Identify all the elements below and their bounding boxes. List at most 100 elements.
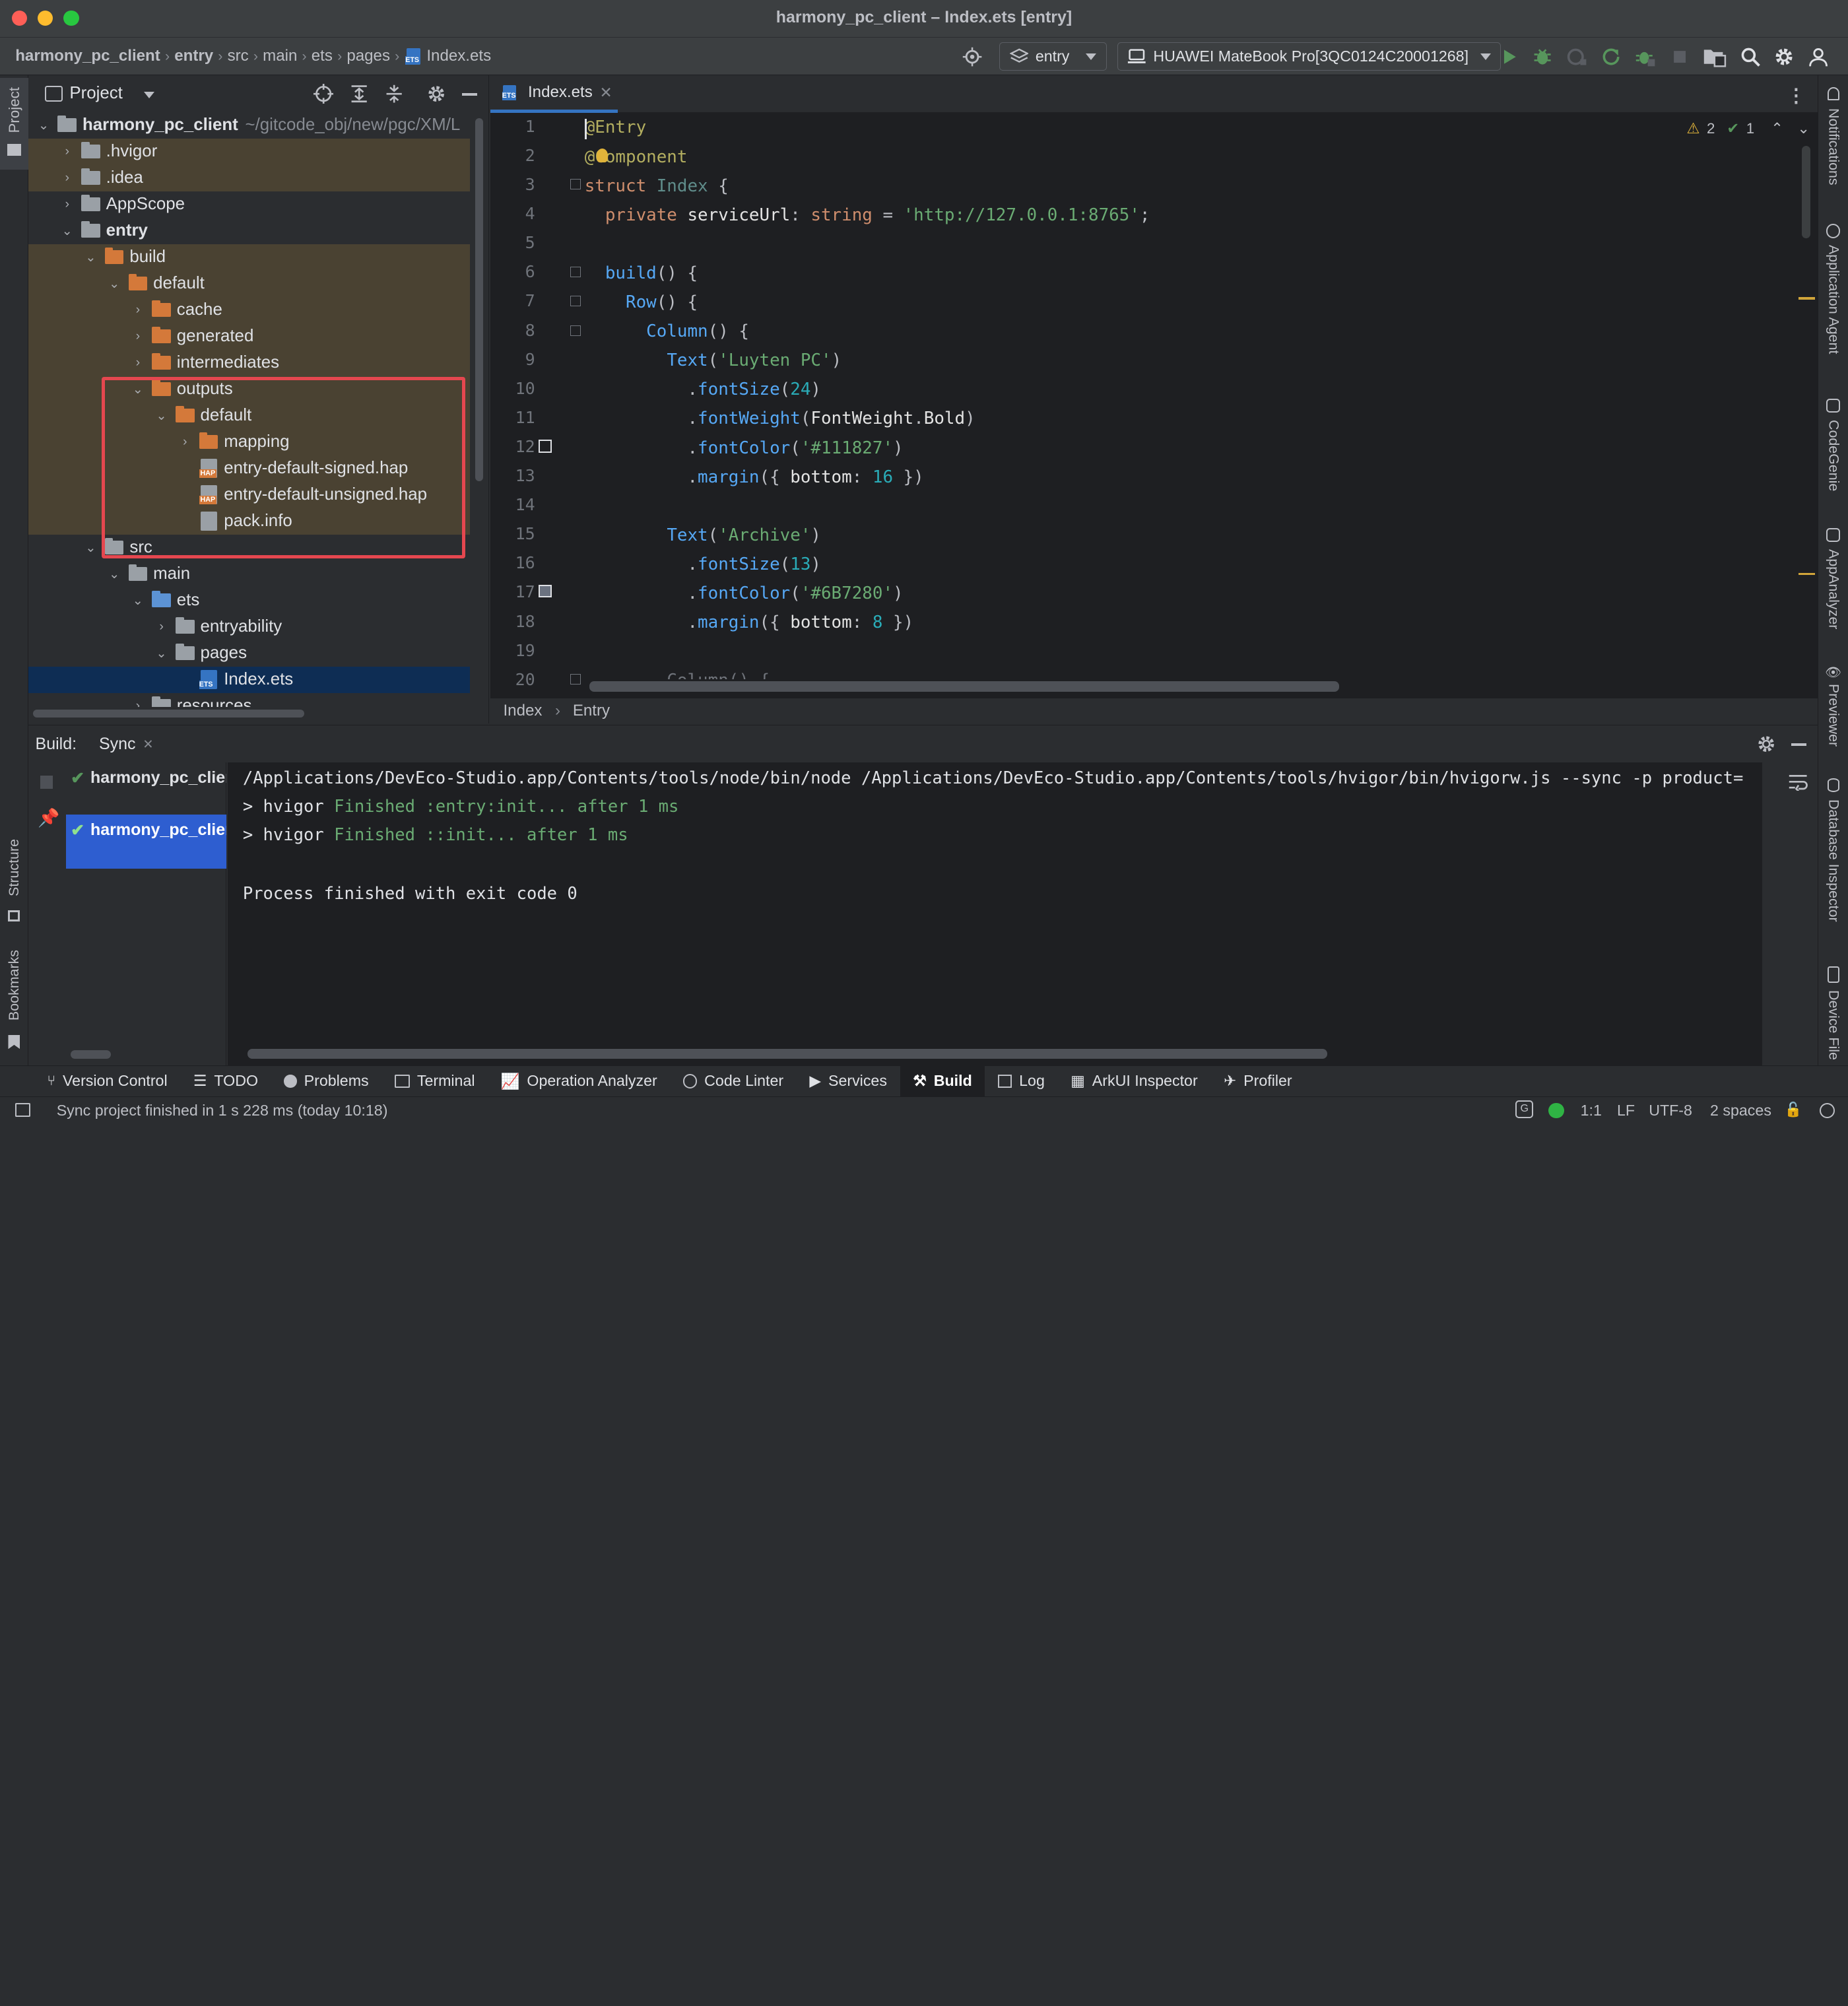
breadcrumb-entry[interactable]: entry: [174, 47, 213, 65]
tree-item-hvigor[interactable]: › .hvigor: [28, 138, 471, 165]
application-agent-tool-button[interactable]: Application Agent: [1818, 224, 1848, 370]
database-inspector-tool-button[interactable]: Database Inspector: [1818, 778, 1848, 939]
editor-vertical-scrollbar[interactable]: [1802, 146, 1810, 238]
tool-terminal[interactable]: Terminal: [381, 1066, 488, 1096]
status-ok-icon[interactable]: [1548, 1102, 1564, 1118]
project-tool-button[interactable]: Project: [0, 77, 28, 170]
indent-setting[interactable]: 2 spaces: [1710, 1102, 1771, 1120]
appanalyzer-tool-button[interactable]: AppAnalyzer: [1818, 527, 1848, 639]
editor-horizontal-scrollbar[interactable]: [589, 681, 1339, 692]
tab-index-ets[interactable]: Index.ets ✕: [490, 75, 618, 114]
project-structure-icon[interactable]: [1703, 46, 1727, 67]
tree-item-build[interactable]: ⌄ build: [28, 244, 471, 271]
memory-indicator-icon[interactable]: [1820, 1102, 1835, 1118]
line-separator[interactable]: LF: [1617, 1102, 1635, 1120]
previous-highlight-icon[interactable]: ⌃: [1771, 120, 1783, 137]
tool-services[interactable]: ▶ Services: [797, 1066, 900, 1096]
tree-item-cache[interactable]: › cache: [28, 296, 471, 323]
close-tab-icon[interactable]: ✕: [599, 84, 612, 102]
tool-build[interactable]: ⚒ Build: [900, 1065, 985, 1097]
file-encoding[interactable]: UTF-8: [1649, 1102, 1692, 1120]
fold-marker-icon[interactable]: [570, 179, 581, 190]
tree-horizontal-scrollbar[interactable]: [32, 709, 304, 718]
notifications-tool-button[interactable]: Notifications: [1818, 87, 1848, 203]
hide-panel-icon[interactable]: [461, 93, 478, 96]
codegenie-status-icon[interactable]: G: [1515, 1100, 1534, 1118]
structure-tool-button[interactable]: Structure: [0, 839, 28, 929]
settings-gear-icon[interactable]: [1773, 46, 1795, 67]
warning-stripe-marker[interactable]: [1798, 296, 1815, 300]
breadcrumb-src[interactable]: src: [228, 47, 249, 65]
chevron-down-icon[interactable]: [143, 92, 154, 98]
tree-item-generated[interactable]: › generated: [28, 323, 471, 350]
intention-bulb-icon[interactable]: [596, 148, 609, 163]
status-message[interactable]: Sync project finished in 1 s 228 ms (tod…: [57, 1102, 388, 1120]
fold-marker-icon[interactable]: [570, 266, 581, 277]
close-tab-icon[interactable]: ✕: [143, 737, 153, 752]
tool-version-control[interactable]: ⑂ Version Control: [34, 1066, 180, 1096]
tree-item-root[interactable]: ⌄ harmony_pc_client ~/gitcode_obj/new/pgc/…: [28, 112, 471, 139]
account-icon[interactable]: [1808, 46, 1829, 67]
inspection-widget[interactable]: ⚠ 2 ✔ 1 ⌃ ⌄: [1686, 120, 1810, 137]
locate-file-icon[interactable]: [313, 83, 334, 104]
collapse-all-icon[interactable]: [384, 84, 404, 104]
more-options-icon[interactable]: ⋮: [1787, 84, 1806, 107]
panel-settings-gear-icon[interactable]: [426, 84, 446, 104]
tree-item-entry[interactable]: ⌄ entry: [28, 218, 471, 244]
tool-operation-analyzer[interactable]: 📈 Operation Analyzer: [488, 1066, 670, 1096]
tool-log[interactable]: Log: [985, 1066, 1057, 1096]
search-icon[interactable]: [1740, 46, 1761, 67]
editor-crumb-entry[interactable]: Entry: [573, 702, 610, 720]
pin-icon[interactable]: 📌: [38, 807, 59, 828]
warning-stripe-marker[interactable]: [1798, 572, 1815, 576]
caret-position[interactable]: 1:1: [1581, 1102, 1602, 1120]
build-console[interactable]: /Applications/DevEco-Studio.app/Contents…: [227, 762, 1762, 1066]
editor-crumb-index[interactable]: Index: [503, 702, 542, 720]
tree-item-build-default[interactable]: ⌄ default: [28, 270, 471, 297]
soft-wrap-icon[interactable]: [1788, 772, 1809, 791]
tree-item-appscope[interactable]: › AppScope: [28, 191, 471, 218]
tree-item-index-ets[interactable]: Index.ets: [28, 666, 471, 693]
device-selector[interactable]: HUAWEI MateBook Pro[3QC0124C20001268]: [1117, 42, 1502, 71]
previewer-tool-button[interactable]: 👁 Previewer: [1818, 665, 1848, 759]
tree-item-pages[interactable]: ⌄ pages: [28, 640, 471, 667]
tool-arkui-inspector[interactable]: ▦ ArkUI Inspector: [1058, 1066, 1211, 1096]
profile-icon[interactable]: [1566, 46, 1587, 67]
breadcrumb-main[interactable]: main: [263, 47, 297, 65]
hide-panel-icon[interactable]: [1791, 743, 1807, 746]
next-highlight-icon[interactable]: ⌄: [1797, 120, 1810, 137]
tool-code-linter[interactable]: Code Linter: [670, 1066, 796, 1096]
tree-item-entryability[interactable]: › entryability: [28, 614, 471, 640]
fold-marker-icon[interactable]: [570, 674, 581, 685]
tab-sync[interactable]: Sync ✕: [92, 725, 160, 763]
color-swatch-icon[interactable]: [539, 440, 552, 453]
stop-icon[interactable]: [1669, 46, 1690, 67]
breadcrumb-project[interactable]: harmony_pc_client: [15, 47, 160, 65]
apply-changes-icon[interactable]: [1600, 46, 1622, 67]
stop-build-icon[interactable]: [40, 775, 53, 789]
tool-profiler[interactable]: ✈ Profiler: [1210, 1066, 1305, 1096]
build-task-item[interactable]: ✔ harmony_pc_client: [66, 762, 226, 793]
module-selector[interactable]: entry: [999, 42, 1107, 71]
tree-item-main[interactable]: ⌄ main: [28, 561, 471, 587]
console-horizontal-scrollbar[interactable]: [247, 1049, 1327, 1059]
codegenie-tool-button[interactable]: CodeGenie: [1818, 398, 1848, 500]
tool-problems[interactable]: Problems: [271, 1066, 382, 1096]
breadcrumb-file[interactable]: Index.ets: [426, 47, 491, 65]
tree-item-ets[interactable]: ⌄ ets: [28, 587, 471, 614]
tree-item-idea[interactable]: › .idea: [28, 164, 471, 191]
breadcrumb-ets[interactable]: ets: [312, 47, 333, 65]
debug-restart-icon[interactable]: [1635, 46, 1656, 67]
code-area[interactable]: @Entry @Component struct Index { private…: [585, 113, 1798, 679]
expand-all-icon[interactable]: [349, 84, 369, 104]
unlock-icon[interactable]: 🔓: [1785, 1102, 1802, 1118]
tree-vertical-scrollbar[interactable]: [475, 117, 484, 481]
build-task-item-selected[interactable]: ✔ harmony_pc_client: [65, 814, 226, 869]
run-icon[interactable]: [1498, 46, 1519, 67]
tree-item-resources[interactable]: › resources: [28, 693, 471, 708]
task-list-scrollbar[interactable]: [71, 1050, 111, 1059]
bookmarks-tool-button[interactable]: Bookmarks: [0, 950, 28, 1053]
tree-item-intermediates[interactable]: › intermediates: [28, 349, 471, 376]
build-settings-gear-icon[interactable]: [1756, 734, 1776, 754]
code-editor[interactable]: 1 2 3 4 5 6 7 8 9 10 11 12 13 14 15 16 1…: [490, 113, 1818, 698]
